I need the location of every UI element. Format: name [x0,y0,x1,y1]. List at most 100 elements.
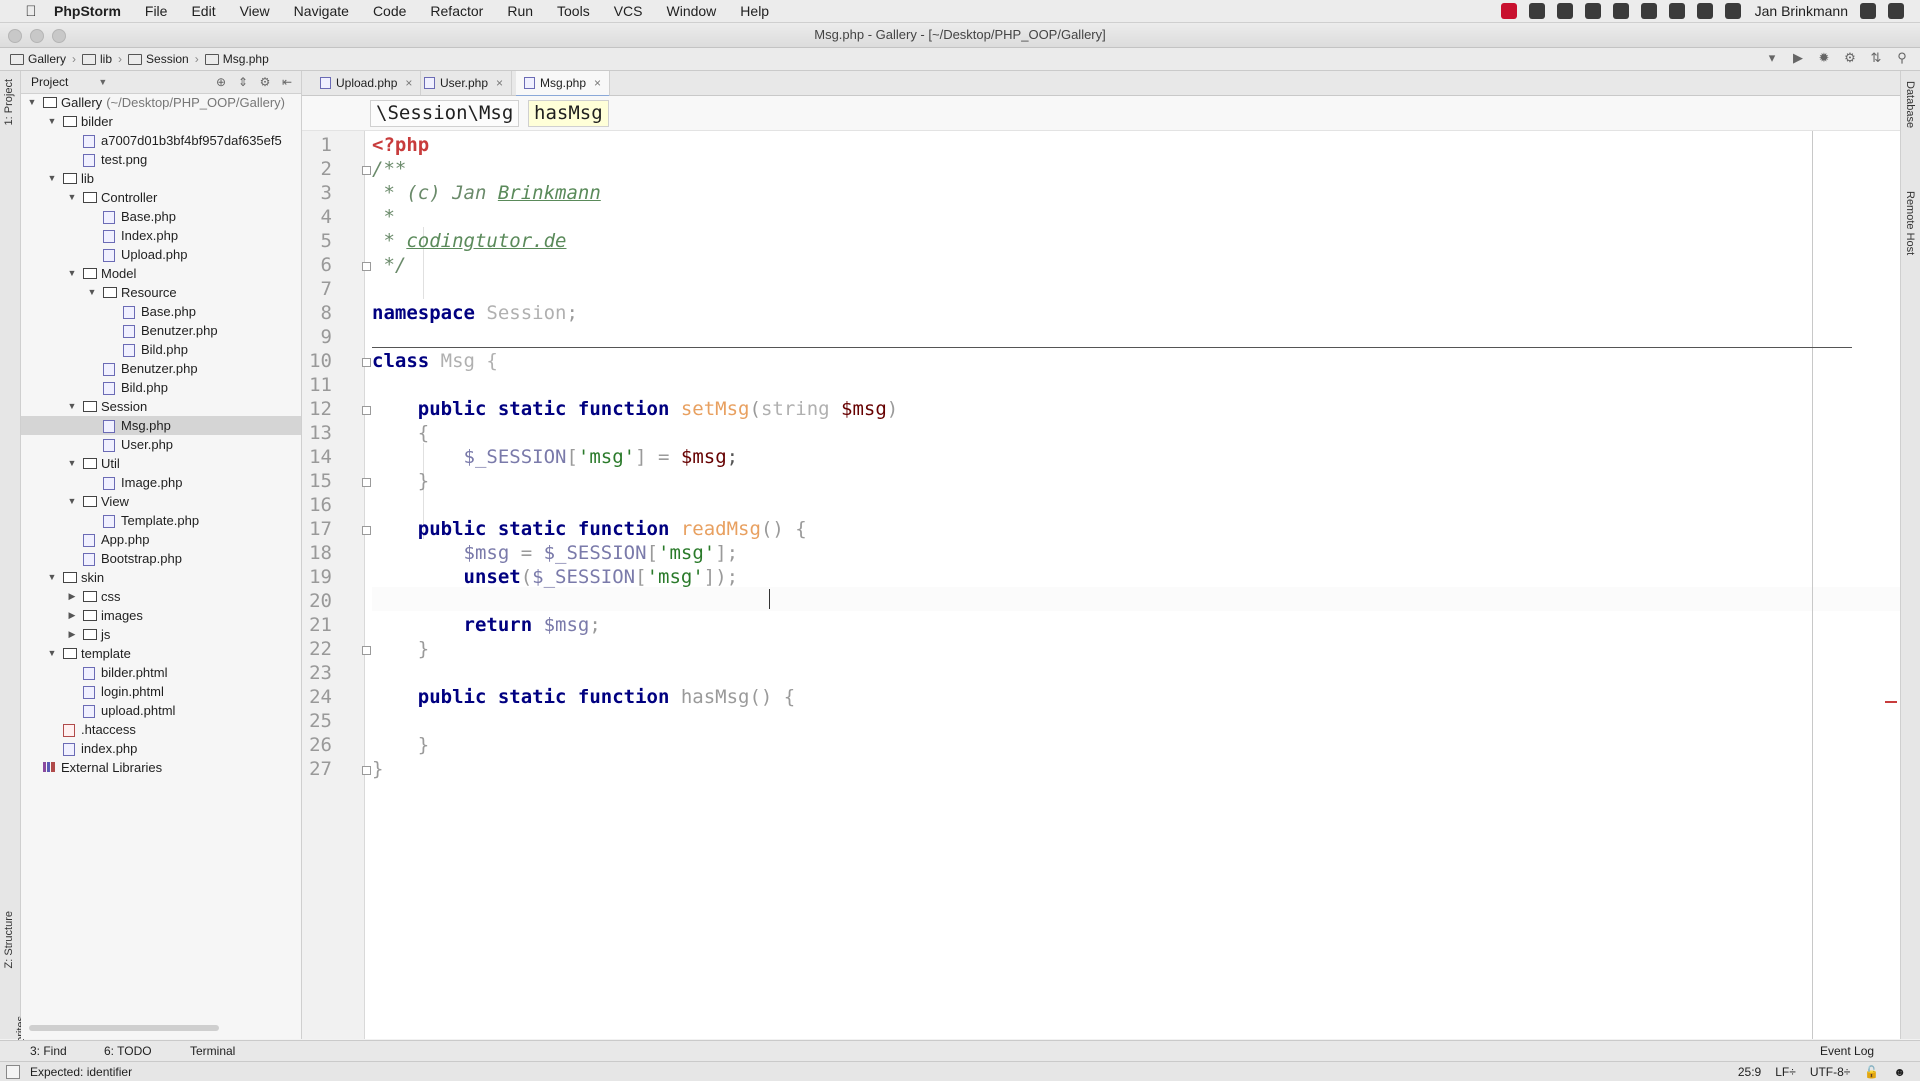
coverage-icon[interactable]: ⚙ [1842,50,1858,66]
breadcrumb-item[interactable]: Gallery [28,52,66,66]
menu-run[interactable]: Run [507,3,533,19]
fold-marker-icon[interactable] [362,526,371,535]
breadcrumb-method[interactable]: hasMsg [528,100,609,127]
editor-tab[interactable]: User.php × [416,71,513,95]
tree-item[interactable]: Bild.php [21,340,301,359]
hide-panel-icon[interactable]: ⇤ [279,74,295,90]
tree-item[interactable]: ▼ Model [21,264,301,283]
menu-tools[interactable]: Tools [557,3,590,19]
tree-item[interactable]: Upload.php [21,245,301,264]
locate-file-icon[interactable]: ⊕ [213,74,229,90]
record-icon[interactable] [1500,3,1517,19]
clock-icon[interactable] [1724,3,1741,19]
tree-item[interactable]: Benutzer.php [21,359,301,378]
tree-item[interactable]: Bild.php [21,378,301,397]
tree-item[interactable]: External Libraries [21,758,301,777]
tree-item[interactable]: Index.php [21,226,301,245]
structure-tool-window-button[interactable]: Z: Structure [3,911,15,968]
gear-icon[interactable]: ⚙ [257,74,273,90]
bluetooth-icon[interactable] [1696,3,1713,19]
todo-tool-window-button[interactable]: 6: TODO [104,1044,152,1058]
menu-phpstorm[interactable]: PhpStorm [54,3,121,19]
collapse-arrow-icon[interactable]: ▶ [67,587,77,606]
tree-item[interactable]: ▼ Session [21,397,301,416]
fold-marker-icon[interactable] [362,406,371,415]
chevron-down-icon[interactable]: ▼ [98,77,107,87]
info-icon[interactable] [1612,3,1629,19]
tree-item[interactable]: Base.php [21,207,301,226]
tree-item[interactable]: ▼ lib [21,169,301,188]
breadcrumb-namespace-class[interactable]: \Session\Msg [370,100,520,127]
tree-item[interactable]: App.php [21,530,301,549]
tree-item[interactable]: ▼ skin [21,568,301,587]
collapse-all-icon[interactable]: ⇕ [235,74,251,90]
expand-arrow-icon[interactable]: ▼ [67,492,77,511]
breadcrumb-item[interactable]: lib [100,52,112,66]
menu-refactor[interactable]: Refactor [430,3,483,19]
run-icon[interactable]: ▶ [1790,50,1806,66]
tree-item[interactable]: a7007d01b3bf4bf957daf635ef5 [21,131,301,150]
expand-arrow-icon[interactable]: ▼ [67,397,77,416]
expand-arrow-icon[interactable]: ▼ [47,169,57,188]
menubar-user-name[interactable]: Jan Brinkmann [1755,3,1848,19]
vcs-icon[interactable]: ⇅ [1868,50,1884,66]
collapse-arrow-icon[interactable]: ▶ [67,625,77,644]
notification-list-icon[interactable] [1888,3,1904,19]
error-stripe-marker[interactable] [1885,701,1897,703]
tree-item[interactable]: index.php [21,739,301,758]
tree-item[interactable]: test.png [21,150,301,169]
event-log-button[interactable]: Event Log [1820,1044,1874,1058]
dropbox-icon[interactable] [1528,3,1545,19]
caret-position[interactable]: 25:9 [1738,1065,1761,1079]
expand-arrow-icon[interactable]: ▼ [27,93,37,112]
editor-tab[interactable]: Upload.php × [312,71,422,95]
tree-item[interactable]: ▼ Controller [21,188,301,207]
apple-icon[interactable]:  [20,3,42,20]
menu-window[interactable]: Window [667,3,717,19]
expand-arrow-icon[interactable]: ▼ [67,454,77,473]
tree-item[interactable]: Image.php [21,473,301,492]
tree-item[interactable]: ▼ Util [21,454,301,473]
tree-item[interactable]: ▼ bilder [21,112,301,131]
code-editor[interactable]: 1 2 3 4 5 6 7 8 9 10 11 12 13 14 15 16 17 18 19 20 21 22 23 24 2… [302,131,1900,1039]
close-tab-icon[interactable]: × [405,76,412,90]
fold-marker-icon[interactable] [362,646,371,655]
lock-icon[interactable]: 🔓 [1864,1065,1879,1079]
menu-help[interactable]: Help [740,3,769,19]
editor-tab[interactable]: Msg.php × [516,71,611,97]
inspection-icon[interactable]: ☻ [1893,1065,1906,1079]
line-separator[interactable]: LF÷ [1775,1065,1796,1079]
menu-file[interactable]: File [145,3,168,19]
tree-item[interactable]: ▶ css [21,587,301,606]
terminal-tool-window-button[interactable]: Terminal [190,1044,235,1058]
expand-arrow-icon[interactable]: ▼ [47,112,57,131]
expand-arrow-icon[interactable]: ▼ [67,188,77,207]
run-config-dropdown-icon[interactable]: ▾ [1764,50,1780,66]
tree-item[interactable]: Msg.php [21,416,301,435]
project-tool-window-button[interactable]: 1: Project [3,79,15,125]
fold-marker-icon[interactable] [362,478,371,487]
tree-item[interactable]: ▼ View [21,492,301,511]
tree-item[interactable]: upload.phtml [21,701,301,720]
tree-item[interactable]: Benutzer.php [21,321,301,340]
fold-marker-icon[interactable] [362,766,371,775]
tree-item[interactable]: ▼ Resource [21,283,301,302]
wifi-icon[interactable] [1640,3,1657,19]
fold-marker-icon[interactable] [362,358,371,367]
expand-arrow-icon[interactable]: ▼ [67,264,77,283]
file-encoding[interactable]: UTF-8÷ [1810,1065,1851,1079]
close-tab-icon[interactable]: × [496,76,503,90]
remote-host-tool-window-button[interactable]: Remote Host [1904,191,1916,255]
menu-navigate[interactable]: Navigate [294,3,349,19]
shield-icon[interactable] [1556,3,1573,19]
tree-item[interactable]: ▼ template [21,644,301,663]
debug-icon[interactable]: ✹ [1816,50,1832,66]
tree-item[interactable]: ▶ js [21,625,301,644]
spotlight-search-icon[interactable] [1860,3,1876,19]
breadcrumb-item[interactable]: Session [146,52,189,66]
project-horizontal-scrollbar[interactable] [29,1025,219,1031]
database-tool-window-button[interactable]: Database [1904,81,1916,128]
fold-marker-icon[interactable] [362,166,371,175]
plus-icon[interactable] [1584,3,1601,19]
collapse-arrow-icon[interactable]: ▶ [67,606,77,625]
